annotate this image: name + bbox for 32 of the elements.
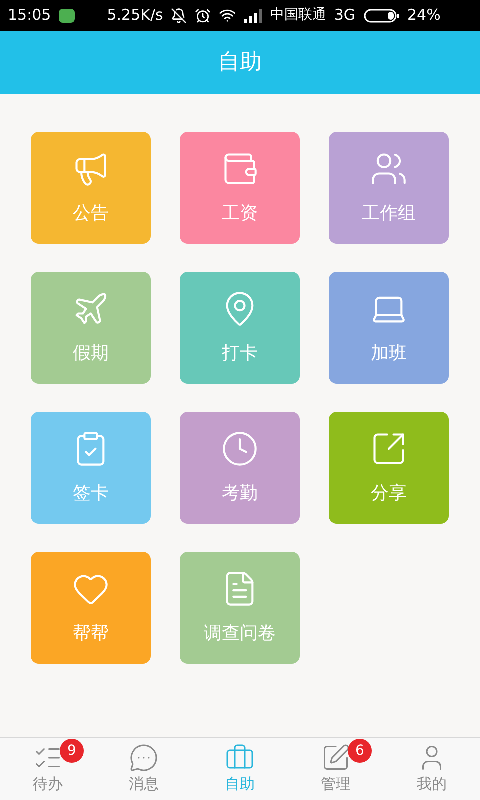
feature-tile[interactable]: 签卡 [31,412,151,524]
badge: 9 [60,739,84,763]
feature-tile[interactable]: 打卡 [180,272,300,384]
feature-tile[interactable]: 帮帮 [31,552,151,664]
wifi-icon [219,7,236,24]
feature-tile[interactable]: 分享 [329,412,449,524]
network-type: 3G [334,5,356,26]
nav-tab[interactable]: 我的 [384,738,480,800]
feature-tile[interactable]: 假期 [31,272,151,384]
feature-tile[interactable]: 公告 [31,132,151,244]
network-speed: 5.25K/s [107,5,164,26]
feature-tile[interactable]: 调查问卷 [180,552,300,664]
nav-tab[interactable]: 管理 6 [288,738,384,800]
feature-tile[interactable]: 工作组 [329,132,449,244]
clock-time: 15:05 [8,5,52,26]
feature-tile[interactable]: 考勤 [180,412,300,524]
page-title: 自助 [218,49,262,77]
feature-tile[interactable]: 加班 [329,272,449,384]
feature-tile[interactable]: 工资 [180,132,300,244]
carrier-name: 中国联通 [270,6,326,25]
battery-icon [364,8,400,22]
nav-tab[interactable]: 待办 9 [0,738,96,800]
app-notification-icon [59,8,76,22]
battery-percent: 24% [408,5,441,26]
nav-tab[interactable]: 自助 [192,738,288,800]
edit-icon [321,742,351,773]
chat-bubble-icon [129,742,159,773]
nav-tab[interactable]: 消息 [96,738,192,800]
signal-icon [244,8,262,22]
clock-icon [221,430,259,468]
alarm-icon [195,8,212,24]
badge: 6 [348,739,372,763]
